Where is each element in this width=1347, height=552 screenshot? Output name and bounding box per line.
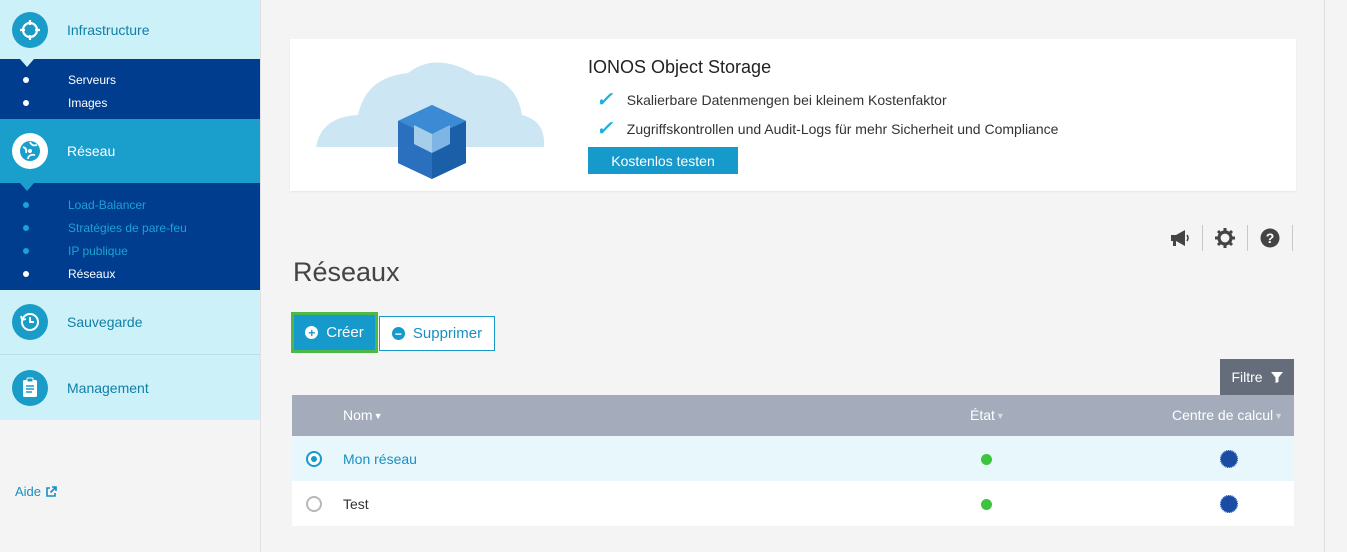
create-button[interactable]: + Créer bbox=[291, 312, 378, 353]
sidebar-item-label: Images bbox=[68, 95, 108, 110]
column-header-label: Nom bbox=[343, 407, 373, 423]
minus-circle-icon: − bbox=[391, 327, 405, 340]
plus-circle-icon: + bbox=[305, 326, 319, 339]
checkmark-icon: ✓ bbox=[596, 118, 613, 140]
sidebar-section-management[interactable]: Management bbox=[0, 355, 260, 420]
help-link[interactable]: Aide bbox=[15, 484, 57, 499]
table-header: Nom▼ État▼ Centre de calcul▼ bbox=[292, 395, 1294, 436]
bullet-icon bbox=[23, 201, 29, 208]
help-icon[interactable]: ? bbox=[1248, 225, 1293, 251]
gear-icon[interactable] bbox=[1203, 225, 1248, 251]
sidebar-section-reseau[interactable]: Réseau bbox=[0, 119, 260, 183]
sort-caret-icon: ▼ bbox=[373, 411, 383, 422]
banner-feature: ✓ Zugriffskontrollen und Audit-Logs für … bbox=[596, 116, 1058, 141]
funnel-icon bbox=[1270, 372, 1283, 383]
networks-table: Nom▼ État▼ Centre de calcul▼ Mon réseau … bbox=[292, 395, 1294, 526]
status-ok-icon bbox=[981, 454, 992, 465]
table-row[interactable]: Mon réseau bbox=[292, 436, 1294, 481]
sidebar-section-label: Management bbox=[67, 379, 149, 396]
column-header-datacenter[interactable]: Centre de calcul▼ bbox=[1172, 407, 1283, 423]
sort-caret-icon: ▼ bbox=[1274, 411, 1284, 422]
banner-title: IONOS Object Storage bbox=[588, 57, 772, 77]
sidebar-item-load-balancer[interactable]: Load-Balancer bbox=[0, 193, 260, 216]
toolbar: ? bbox=[1158, 225, 1293, 251]
row-radio[interactable] bbox=[306, 496, 322, 512]
megaphone-icon[interactable] bbox=[1158, 225, 1203, 251]
delete-button-label: Supprimer bbox=[412, 325, 483, 342]
sidebar: Infrastructure Serveurs Images Réseau Lo… bbox=[0, 0, 261, 552]
status-ok-icon bbox=[981, 499, 992, 510]
row-radio[interactable] bbox=[306, 451, 322, 467]
sort-caret-icon: ▼ bbox=[995, 411, 1005, 422]
datacenter-flag-icon bbox=[1220, 495, 1238, 513]
clipboard-icon bbox=[12, 369, 48, 406]
banner-feature-text: Zugriffskontrollen und Audit-Logs für me… bbox=[626, 120, 1059, 137]
sidebar-section-label: Sauvegarde bbox=[67, 314, 143, 330]
banner-feature: ✓ Skalierbare Datenmengen bei kleinem Ko… bbox=[596, 87, 947, 112]
sidebar-item-label: Réseaux bbox=[68, 266, 116, 281]
cloud-storage-illustration bbox=[316, 62, 545, 179]
delete-button[interactable]: − Supprimer bbox=[379, 316, 495, 351]
sidebar-item-label: IP publique bbox=[68, 243, 128, 258]
bullet-icon bbox=[23, 224, 29, 231]
page-title: Réseaux bbox=[293, 257, 400, 287]
create-button-label: Créer bbox=[326, 324, 364, 341]
sidebar-item-label: Load-Balancer bbox=[68, 197, 147, 212]
sidebar-submenu-infrastructure: Serveurs Images bbox=[0, 59, 260, 119]
datacenter-flag-icon bbox=[1220, 450, 1238, 468]
backup-clock-icon bbox=[12, 304, 48, 340]
svg-text:?: ? bbox=[1266, 230, 1275, 246]
sidebar-item-label: Stratégies de pare-feu bbox=[68, 220, 187, 235]
row-name: Test bbox=[343, 496, 369, 512]
column-header-label: Centre de calcul bbox=[1172, 407, 1274, 423]
sidebar-item-label: Serveurs bbox=[68, 72, 117, 87]
filter-button[interactable]: Filtre bbox=[1220, 359, 1294, 395]
filter-button-label: Filtre bbox=[1231, 369, 1263, 385]
table-row[interactable]: Test bbox=[292, 481, 1294, 526]
help-link-label: Aide bbox=[15, 484, 42, 499]
banner-feature-text: Skalierbare Datenmengen bei kleinem Kost… bbox=[626, 91, 947, 108]
sidebar-item-firewall[interactable]: Stratégies de pare-feu bbox=[0, 216, 260, 239]
column-header-label: État bbox=[970, 407, 995, 423]
bullet-icon bbox=[23, 99, 29, 106]
column-header-state[interactable]: État▼ bbox=[970, 407, 1005, 423]
bullet-icon bbox=[23, 247, 29, 254]
column-header-name[interactable]: Nom▼ bbox=[343, 407, 382, 423]
sidebar-item-reseaux[interactable]: Réseaux bbox=[0, 262, 260, 285]
sidebar-section-label: Réseau bbox=[67, 143, 116, 159]
promo-banner: IONOS Object Storage ✓ Skalierbare Daten… bbox=[290, 39, 1296, 191]
content-border bbox=[1324, 0, 1325, 552]
submenu-notch bbox=[20, 59, 34, 67]
sidebar-item-images[interactable]: Images bbox=[0, 91, 260, 114]
bullet-icon bbox=[23, 270, 29, 277]
infrastructure-icon bbox=[12, 11, 48, 48]
row-name: Mon réseau bbox=[343, 451, 417, 467]
sidebar-section-infrastructure[interactable]: Infrastructure bbox=[0, 0, 260, 59]
external-link-icon bbox=[46, 485, 57, 497]
network-globe-icon bbox=[12, 133, 48, 169]
submenu-notch bbox=[20, 183, 34, 191]
sidebar-submenu-reseau: Load-Balancer Stratégies de pare-feu IP … bbox=[0, 183, 260, 290]
sidebar-section-label: Infrastructure bbox=[67, 21, 150, 38]
bullet-icon bbox=[23, 76, 29, 83]
try-free-button[interactable]: Kostenlos testen bbox=[588, 147, 738, 174]
sidebar-item-serveurs[interactable]: Serveurs bbox=[0, 68, 260, 91]
checkmark-icon: ✓ bbox=[596, 89, 613, 111]
sidebar-section-sauvegarde[interactable]: Sauvegarde bbox=[0, 290, 260, 355]
sidebar-item-public-ip[interactable]: IP publique bbox=[0, 239, 260, 262]
